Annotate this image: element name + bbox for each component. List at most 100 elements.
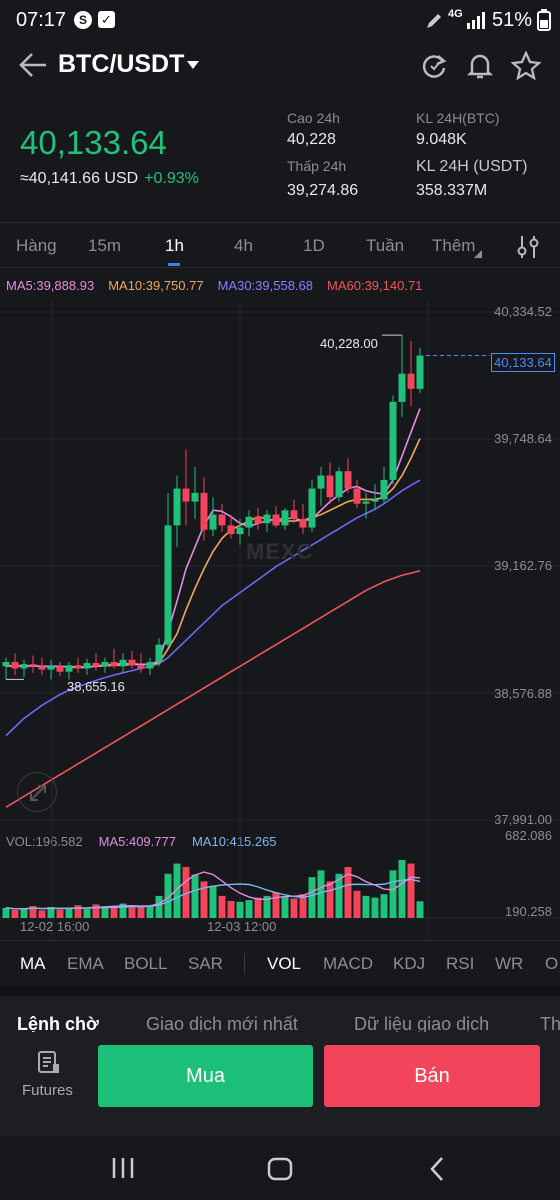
- futures-button[interactable]: Futures: [14, 1048, 84, 1108]
- candle-body: [290, 510, 298, 519]
- vol-btc-label: KL 24H(BTC): [416, 110, 500, 126]
- home-icon[interactable]: [266, 1156, 294, 1182]
- candle-body: [83, 663, 91, 669]
- star-icon[interactable]: [511, 51, 541, 81]
- indicator-rsi[interactable]: RSI: [446, 954, 474, 974]
- tab-week[interactable]: Tuần: [366, 236, 404, 256]
- volume-bar: [371, 897, 379, 918]
- candle-body: [209, 514, 217, 530]
- price-change: +0.93%: [144, 170, 199, 187]
- tab-more[interactable]: Thêm: [432, 236, 475, 256]
- buy-button[interactable]: Mua: [98, 1045, 313, 1107]
- candle-body: [281, 510, 289, 526]
- ma60-legend: MA60:39,140.71: [327, 278, 423, 293]
- candle-body: [245, 516, 253, 528]
- candle-body: [101, 661, 109, 667]
- status-time: 07:17: [16, 9, 67, 31]
- volume-bar: [128, 907, 136, 918]
- high-marker-label: 40,228.00: [320, 336, 378, 351]
- back-nav-icon[interactable]: [428, 1156, 446, 1182]
- price-axis-label: 40,334.52: [494, 304, 552, 319]
- candle: [128, 651, 136, 669]
- tab-1h[interactable]: 1h: [165, 236, 184, 256]
- active-tab-indicator: [168, 263, 180, 266]
- candle: [146, 657, 154, 675]
- ma10-legend: MA10:39,750.77: [108, 278, 204, 293]
- caret-down-icon[interactable]: [186, 60, 200, 70]
- ma10-line: [5, 438, 421, 668]
- indicator-vol[interactable]: VOL: [267, 954, 301, 974]
- network-type: 4G: [448, 8, 463, 20]
- battery-percent: 51%: [492, 9, 533, 31]
- tab-day[interactable]: Hàng: [16, 236, 57, 256]
- candle-body: [254, 516, 262, 524]
- volume-bar: [209, 885, 217, 918]
- indicator-macd[interactable]: MACD: [323, 954, 373, 974]
- orderbook-tabs: Lệnh chờ Giao dịch mới nhất Dữ liệu giao…: [0, 996, 560, 1036]
- indicator-settings-icon[interactable]: [515, 234, 541, 260]
- indicator-separator: [244, 953, 245, 973]
- volume-bar: [74, 905, 82, 918]
- candle: [236, 518, 244, 545]
- candle: [272, 505, 280, 528]
- candle-body: [227, 525, 235, 535]
- candle: [11, 653, 19, 675]
- volume-bar: [38, 910, 46, 918]
- candle-body: [128, 659, 136, 666]
- ticker-summary: 40,133.64 ≈40,141.66 USD +0.93% Cao 24h 4…: [0, 100, 560, 224]
- indicator-kdj[interactable]: KDJ: [393, 954, 425, 974]
- indicator-sar[interactable]: SAR: [188, 954, 223, 974]
- candle: [389, 395, 397, 485]
- ma5-legend: MA5:39,888.93: [6, 278, 95, 293]
- back-arrow-icon[interactable]: [18, 52, 48, 78]
- candle-body: [56, 666, 64, 672]
- time-axis-label: 12-02 16:00: [20, 919, 90, 934]
- refresh-icon[interactable]: [420, 52, 448, 80]
- current-price-tag: 40,133.64: [491, 353, 555, 372]
- candle-body: [191, 492, 199, 502]
- volume-bar: [227, 900, 235, 918]
- volume-bar: [146, 905, 154, 918]
- pair-selector[interactable]: BTC/USDT: [58, 50, 184, 79]
- volume-bar: [191, 874, 199, 918]
- expand-chart-button[interactable]: [17, 772, 57, 812]
- price-chart[interactable]: [0, 300, 560, 830]
- system-nav-bar: [0, 1136, 560, 1200]
- low-24h-label: Thấp 24h: [287, 158, 347, 174]
- usd-price: ≈40,141.66 USD: [20, 170, 139, 187]
- tab-4h[interactable]: 4h: [234, 236, 253, 256]
- indicator-ma[interactable]: MA: [20, 954, 46, 974]
- volume-bar: [254, 897, 262, 918]
- notification-check-icon: ✓: [98, 11, 115, 28]
- candle: [83, 658, 91, 675]
- tab-15m[interactable]: 15m: [88, 236, 121, 256]
- candle: [47, 659, 55, 680]
- ma5-line: [5, 408, 421, 669]
- tab-1d[interactable]: 1D: [303, 236, 325, 256]
- status-bar: 07:17 S ✓ 4G 51%: [0, 0, 560, 42]
- candle-body: [380, 479, 388, 500]
- indicator-boll[interactable]: BOLL: [124, 954, 167, 974]
- candle: [29, 655, 37, 673]
- candle: [191, 466, 199, 519]
- bell-icon[interactable]: [466, 51, 494, 81]
- volume-bar: [281, 896, 289, 918]
- volume-bar: [65, 908, 73, 918]
- candle: [326, 462, 334, 504]
- candle: [245, 510, 253, 537]
- recent-apps-icon[interactable]: [110, 1156, 136, 1180]
- section-gap: [0, 986, 560, 996]
- candle-body: [326, 475, 334, 498]
- volume-bar: [137, 906, 145, 918]
- volume-bar: [92, 904, 100, 918]
- candle: [173, 475, 181, 548]
- candle-body: [407, 373, 415, 389]
- sell-button[interactable]: Bán: [324, 1045, 540, 1107]
- volume-bar: [290, 898, 298, 918]
- candle-body: [29, 664, 37, 667]
- indicator-more[interactable]: O: [545, 954, 558, 974]
- indicator-wr[interactable]: WR: [495, 954, 523, 974]
- indicator-ema[interactable]: EMA: [67, 954, 104, 974]
- candle-body: [182, 488, 190, 502]
- candle: [74, 657, 82, 673]
